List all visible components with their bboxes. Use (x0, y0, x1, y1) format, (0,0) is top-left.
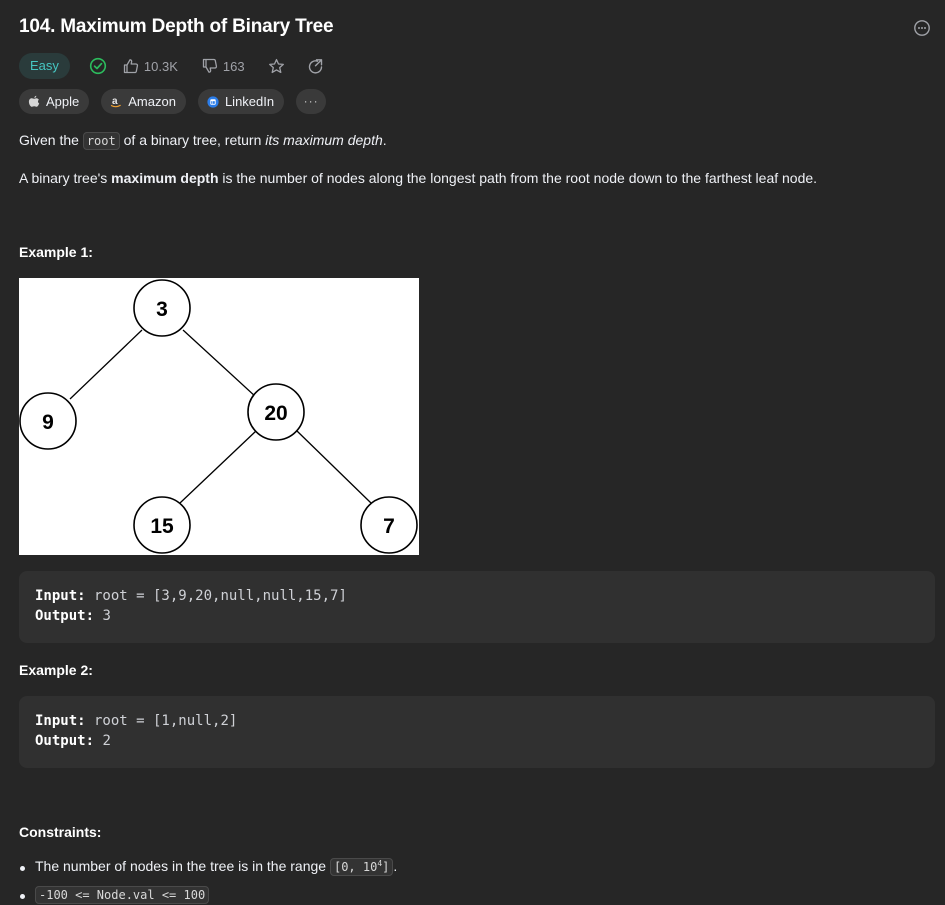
constraint-item: The number of nodes in the tree is in th… (19, 858, 397, 886)
tree-node: 7 (360, 496, 418, 554)
more-tags-button[interactable]: ··· (296, 89, 327, 114)
svg-text:7: 7 (383, 515, 395, 538)
apple-icon (28, 95, 40, 107)
amazon-icon: a (111, 96, 122, 108)
inline-code-node-val: -100 <= Node.val <= 100 (35, 886, 210, 904)
tag-linkedin[interactable]: LinkedIn (197, 89, 285, 114)
inline-code-range: [0, 104] (329, 858, 394, 876)
problem-meta-row: Easy 10.3K 163 (19, 53, 324, 79)
example-2-output: Output: 2 (35, 733, 111, 749)
example-1-heading: Example 1: (19, 244, 93, 260)
linkedin-icon (207, 95, 219, 108)
star-icon[interactable] (268, 58, 285, 75)
tree-node: 3 (133, 279, 191, 337)
tree-node: 9 (19, 392, 77, 450)
inline-code-root: root (82, 132, 120, 150)
constraints-list: The number of nodes in the tree is in th… (19, 858, 397, 905)
dislike-button[interactable]: 163 (202, 58, 245, 74)
example-2-input: Input: root = [1,null,2] (35, 713, 238, 729)
svg-text:a: a (112, 96, 118, 107)
tree-node: 20 (247, 383, 305, 441)
description-paragraph-2: A binary tree's maximum depth is the num… (19, 170, 818, 186)
svg-text:3: 3 (156, 298, 168, 321)
tag-apple[interactable]: Apple (19, 89, 90, 114)
difficulty-badge: Easy (19, 53, 70, 79)
tag-label: Amazon (128, 94, 176, 109)
svg-text:20: 20 (264, 402, 287, 425)
tree-node: 15 (133, 496, 191, 554)
like-button[interactable]: 10.3K (123, 58, 178, 74)
example-2-code-block: Input: root = [1,null,2] Output: 2 (19, 696, 935, 768)
share-icon[interactable] (307, 58, 324, 75)
constraints-heading: Constraints: (19, 824, 102, 840)
tag-amazon[interactable]: a Amazon (101, 89, 186, 114)
tag-label: Apple (46, 94, 80, 109)
example-1-output: Output: 3 (35, 608, 111, 624)
description-paragraph-1: Given the root of a binary tree, return … (19, 132, 387, 150)
solved-icon (89, 57, 107, 75)
constraint-item: -100 <= Node.val <= 100 (19, 886, 397, 905)
tag-label: LinkedIn (224, 94, 275, 109)
example-1-code-block: Input: root = [3,9,20,null,null,15,7] Ou… (19, 571, 935, 643)
svg-text:15: 15 (150, 515, 174, 538)
problem-title[interactable]: 104. Maximum Depth of Binary Tree (19, 16, 334, 38)
example-1-tree-diagram: 3 9 20 15 7 (19, 278, 419, 555)
thumbs-down-icon (202, 58, 217, 73)
example-1-input: Input: root = [3,9,20,null,null,15,7] (35, 588, 347, 604)
company-tags: Apple a Amazon LinkedIn ··· (19, 89, 327, 114)
svg-text:9: 9 (42, 411, 54, 434)
dislike-count: 163 (222, 58, 245, 74)
like-count: 10.3K (143, 58, 178, 74)
thumbs-up-icon (123, 59, 138, 74)
example-2-heading: Example 2: (19, 662, 93, 678)
problem-description-panel: 104. Maximum Depth of Binary Tree Easy 1… (0, 0, 945, 905)
more-options-icon[interactable] (913, 19, 931, 37)
